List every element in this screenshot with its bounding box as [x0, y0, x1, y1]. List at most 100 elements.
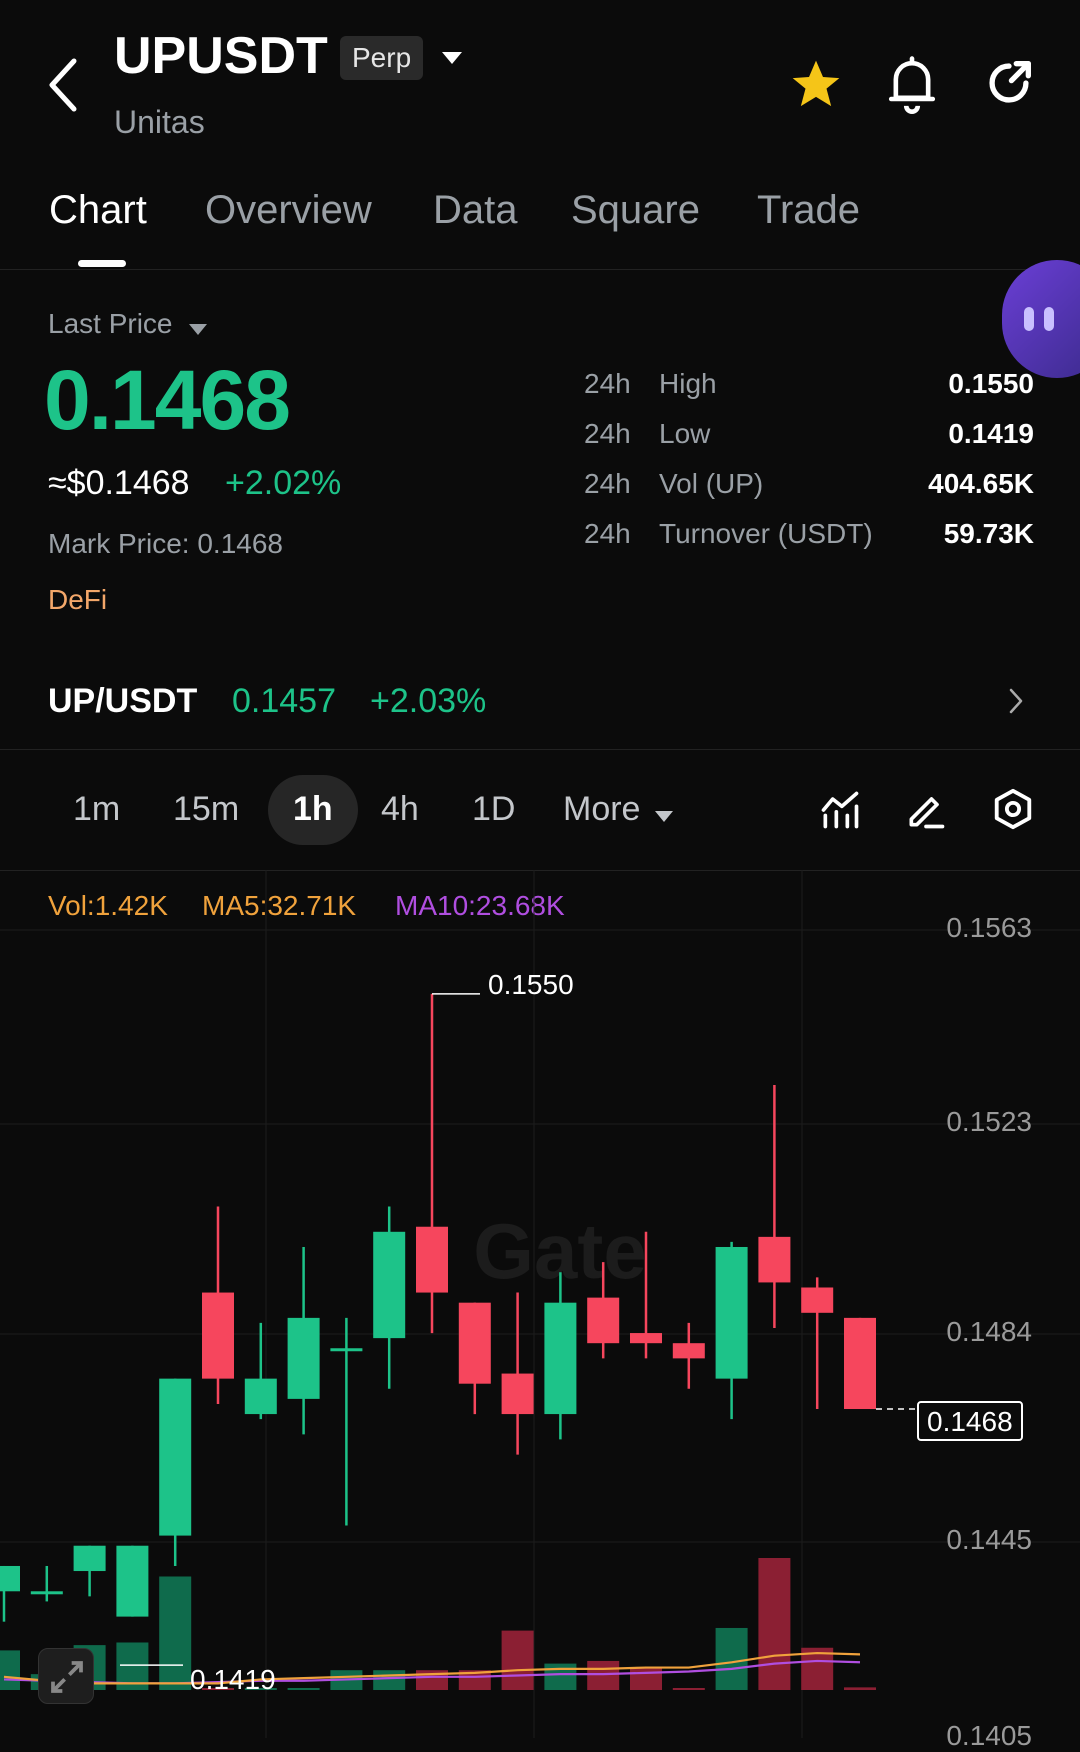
candle-body	[758, 1236, 791, 1283]
tab-data[interactable]: Data	[433, 188, 518, 233]
tab-trade[interactable]: Trade	[757, 188, 860, 233]
pencil-icon	[909, 797, 945, 829]
volume-bar	[630, 1667, 662, 1690]
fullscreen-button[interactable]	[38, 1648, 94, 1704]
perp-badge: Perp	[340, 36, 424, 80]
stat-value: 59.73K	[943, 518, 1034, 549]
volume-bar	[544, 1663, 577, 1690]
candle-body	[116, 1545, 149, 1617]
volume-bar	[287, 1688, 320, 1690]
star-icon	[792, 60, 840, 107]
floating-assistant-button[interactable]	[1002, 260, 1080, 378]
timeframe-1m[interactable]: 1m	[73, 790, 120, 829]
volume-bar	[587, 1660, 620, 1690]
candle-body	[587, 1297, 620, 1344]
stat-low: 24h Low 0.1419	[584, 418, 1034, 458]
price-usd: ≈$0.1468	[48, 464, 190, 502]
timeframe-4h[interactable]: 4h	[381, 790, 419, 829]
stat-label: Low	[659, 418, 711, 449]
stat-period: 24h	[584, 368, 631, 399]
stat-high: 24h High 0.1550	[584, 368, 1034, 408]
candle-body	[501, 1373, 534, 1415]
last-price-marker: 0.1468	[917, 1401, 1023, 1441]
caret-down-icon	[442, 52, 462, 64]
candle-body	[159, 1378, 192, 1536]
candle-body	[73, 1545, 106, 1572]
volume-bar	[0, 1650, 20, 1690]
spot-pair: UP/USDT	[48, 682, 198, 720]
candle-body	[844, 1317, 876, 1410]
tab-overview[interactable]: Overview	[205, 188, 372, 233]
high-price-label: 0.1550	[488, 969, 574, 1000]
alert-button[interactable]	[884, 54, 940, 114]
candle-body	[202, 1292, 234, 1379]
caret-down-icon	[188, 323, 207, 335]
price-change: +2.02%	[225, 464, 342, 502]
y-tick-label: 0.1445	[946, 1524, 1032, 1555]
stat-period: 24h	[584, 418, 631, 449]
candle-body	[630, 1333, 662, 1344]
symbol-title[interactable]: UPUSDT	[114, 26, 328, 86]
header: UPUSDT Perp Unitas	[0, 0, 1080, 160]
symbol-subtitle: Unitas	[114, 104, 205, 140]
volume-bar	[672, 1688, 705, 1690]
timeframe-15m[interactable]: 15m	[173, 790, 239, 829]
chart-indicator-icon	[821, 791, 859, 829]
symbol-dropdown[interactable]	[440, 48, 464, 68]
stat-label: Vol (UP)	[659, 468, 764, 499]
share-button[interactable]	[980, 54, 1038, 112]
spot-price: 0.1457	[232, 682, 336, 720]
low-price-label: 0.1419	[190, 1664, 276, 1695]
y-tick-label: 0.1405	[946, 1720, 1032, 1751]
stat-label: Turnover (USDT)	[659, 518, 873, 549]
volume-bar	[844, 1687, 876, 1690]
share-icon	[989, 61, 1031, 103]
stat-value: 0.1419	[948, 418, 1034, 449]
timeframe-1h[interactable]: 1h	[293, 790, 333, 829]
stat-volume: 24h Vol (UP) 404.65K	[584, 468, 1034, 508]
volume-bar	[501, 1630, 534, 1690]
category-tag[interactable]: DeFi	[48, 584, 107, 616]
candle-body	[458, 1302, 491, 1384]
stat-turnover: 24h Turnover (USDT) 59.73K	[584, 518, 1034, 558]
volume-bar	[373, 1670, 406, 1690]
candle-body	[244, 1378, 277, 1415]
price-type-label: Last Price	[48, 308, 173, 339]
indicator-button[interactable]	[818, 788, 862, 832]
candle-body	[330, 1348, 363, 1352]
chevron-right-icon	[1009, 688, 1023, 714]
tab-square[interactable]: Square	[571, 188, 700, 233]
last-price: 0.1468	[44, 353, 291, 447]
candle-body	[30, 1591, 63, 1595]
y-tick-label: 0.1523	[946, 1106, 1032, 1137]
volume-bar	[715, 1627, 748, 1690]
pause-icon	[1024, 307, 1058, 331]
y-tick-label: 0.1484	[946, 1316, 1032, 1347]
candle-body	[672, 1343, 705, 1359]
candle-body	[287, 1317, 320, 1399]
timeframe-1d[interactable]: 1D	[472, 790, 515, 829]
favorite-button[interactable]	[788, 56, 844, 112]
active-tab-indicator	[78, 260, 126, 267]
stat-period: 24h	[584, 518, 631, 549]
stat-period: 24h	[584, 468, 631, 499]
chevron-left-icon	[49, 58, 77, 112]
candles	[0, 993, 876, 1622]
mark-price: Mark Price: 0.1468	[48, 528, 283, 559]
stat-value: 0.1550	[948, 368, 1034, 399]
timeframe-more[interactable]: More	[563, 790, 675, 830]
candle-body	[715, 1246, 748, 1379]
tab-chart[interactable]: Chart	[49, 188, 147, 233]
price-type-selector[interactable]: Last Price	[48, 308, 209, 344]
bell-icon	[888, 56, 936, 114]
back-button[interactable]	[44, 55, 84, 115]
spot-pair-row[interactable]: UP/USDT 0.1457 +2.03%	[0, 660, 1080, 750]
draw-button[interactable]	[904, 788, 948, 832]
y-tick-label: 0.1563	[946, 912, 1032, 943]
expand-icon	[51, 1661, 83, 1693]
candle-body	[416, 1226, 448, 1293]
chart-settings-button[interactable]	[990, 786, 1036, 832]
candle-body	[801, 1287, 834, 1313]
tab-bar: Chart Overview Data Square Trade	[0, 180, 1080, 270]
spot-change: +2.03%	[370, 682, 487, 720]
